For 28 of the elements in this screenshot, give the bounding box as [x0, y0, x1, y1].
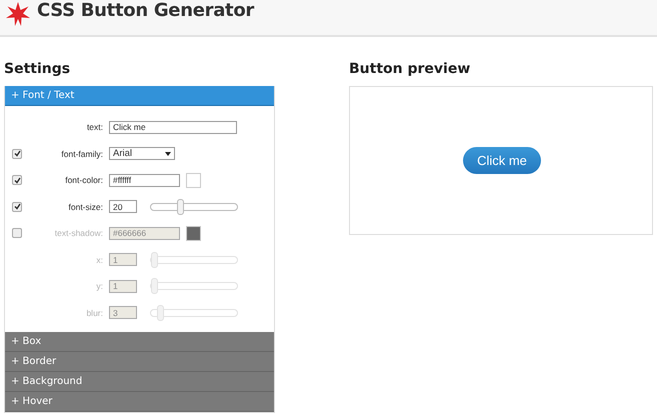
color-input[interactable]: #ffffff	[109, 174, 180, 187]
star-logo-icon	[5, 0, 31, 26]
number-input[interactable]: 20	[109, 200, 137, 214]
text-input[interactable]: Click me	[109, 120, 237, 134]
color-swatch[interactable]	[186, 172, 201, 188]
field-label: font-size:	[68, 202, 103, 212]
settings-heading: Settings	[4, 61, 72, 79]
field-label: font-color:	[64, 175, 103, 186]
accordion-header[interactable]: + Background	[5, 372, 274, 392]
accordion-header[interactable]: + Box	[5, 332, 274, 352]
font-family-select[interactable]: Arial	[109, 147, 175, 160]
preview-heading: Button preview	[349, 61, 472, 79]
preview-button[interactable]: Click me	[463, 147, 541, 174]
app-title: CSS Button Generator	[37, 0, 254, 21]
checkbox[interactable]	[12, 148, 22, 159]
field-label: text-shadow:	[54, 228, 103, 238]
checkbox[interactable]	[12, 202, 22, 212]
dropdown-arrow-icon	[165, 152, 171, 156]
checkbox[interactable]	[12, 175, 22, 186]
accordion-header[interactable]: + Hover	[5, 392, 274, 412]
slider-thumb[interactable]	[177, 198, 184, 215]
accordion-header[interactable]: + Font / Text	[5, 86, 274, 106]
field-label: text:	[86, 122, 103, 132]
field-label: blur:	[85, 308, 103, 318]
field-label: font-family:	[60, 148, 103, 159]
field-label: x:	[95, 254, 103, 265]
accordion-header[interactable]: + Border	[5, 352, 274, 372]
field-label: y:	[95, 281, 103, 292]
